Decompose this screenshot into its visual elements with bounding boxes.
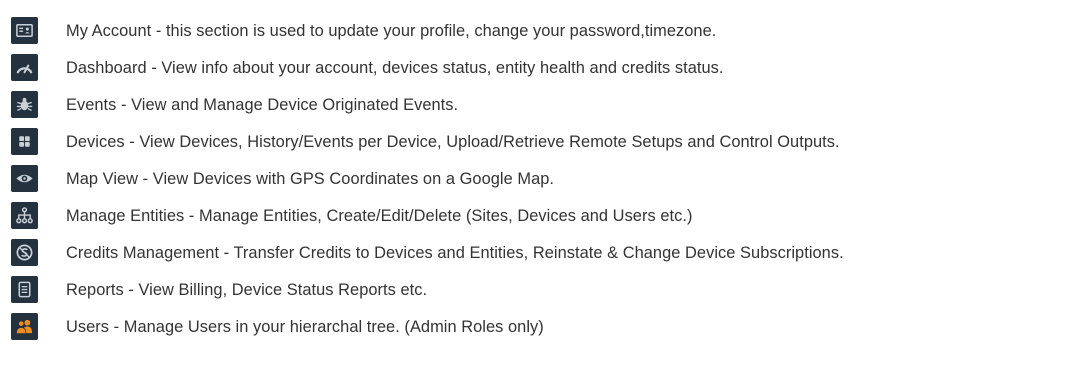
legend-text: Credits Management - Transfer Credits to… <box>66 244 844 262</box>
legend-text: Users - Manage Users in your hierarchal … <box>66 318 544 336</box>
users-icon <box>11 313 38 340</box>
bug-icon <box>11 91 38 118</box>
legend-item-devices: Devices - View Devices, History/Events p… <box>0 124 1081 161</box>
legend-item-credits-management: Credits Management - Transfer Credits to… <box>0 235 1081 272</box>
legend-text: Devices - View Devices, History/Events p… <box>66 133 840 151</box>
legend-text: Events - View and Manage Device Originat… <box>66 96 459 114</box>
legend-item-manage-entities: Manage Entities - Manage Entities, Creat… <box>0 198 1081 235</box>
legend-item-my-account: My Account - this section is used to upd… <box>0 13 1081 50</box>
credits-icon <box>11 239 38 266</box>
legend-text: Manage Entities - Manage Entities, Creat… <box>66 207 693 225</box>
grid-icon <box>11 128 38 155</box>
eye-icon <box>11 165 38 192</box>
legend-text: Reports - View Billing, Device Status Re… <box>66 281 428 299</box>
legend-text: Map View - View Devices with GPS Coordin… <box>66 170 555 188</box>
legend-item-events: Events - View and Manage Device Originat… <box>0 87 1081 124</box>
speedometer-icon <box>11 54 38 81</box>
legend-item-map-view: Map View - View Devices with GPS Coordin… <box>0 161 1081 198</box>
legend-item-reports: Reports - View Billing, Device Status Re… <box>0 272 1081 309</box>
account-card-icon <box>11 17 38 44</box>
legend-item-dashboard: Dashboard - View info about your account… <box>0 50 1081 87</box>
report-icon <box>11 276 38 303</box>
legend-text: Dashboard - View info about your account… <box>66 59 724 77</box>
legend-item-users: Users - Manage Users in your hierarchal … <box>0 309 1081 346</box>
legend-text: My Account - this section is used to upd… <box>66 22 717 40</box>
hierarchy-icon <box>11 202 38 229</box>
